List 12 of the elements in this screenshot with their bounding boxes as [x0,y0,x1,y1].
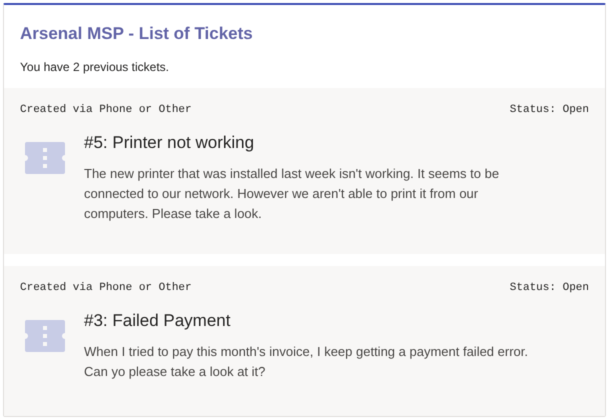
ticket-status: Status: Open [510,281,589,295]
ticket-icon [25,320,65,352]
ticket-title: #5: Printer not working [84,132,256,154]
ticket-status: Status: Open [510,103,589,117]
ticket-description: The new printer that was installed last week isn't working. It seems to be connected to our network. However we aren't able to print it from our computers. Please take a look. [84,165,500,223]
ticket-icon [25,142,65,174]
ticket-description: When I tried to pay this month's invoice, I keep getting a payment failed error. Can yo please take a look at it? [84,343,529,381]
ticket-source: Created via Phone or Other [20,103,192,117]
ticket-source: Created via Phone or Other [20,281,192,295]
card-subtitle: You have 2 previous tickets. [20,59,170,75]
ticket-title: #3: Failed Payment [84,310,232,332]
card-title: Arsenal MSP - List of Tickets [20,23,254,45]
